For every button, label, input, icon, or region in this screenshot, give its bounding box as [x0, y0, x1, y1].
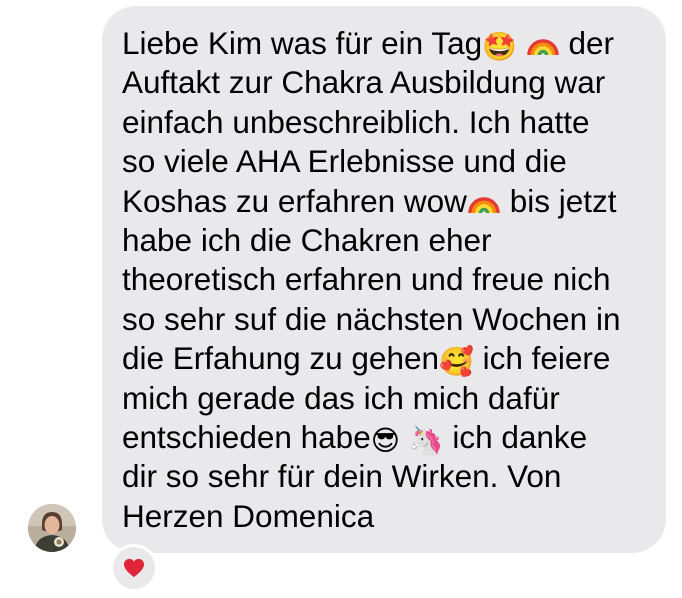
message-line: Herzen Domenica — [122, 497, 375, 534]
star-struck-emoji-icon: 🤩 — [482, 30, 517, 63]
message-line: mich gerade das ich mich dafür — [122, 379, 560, 416]
message-line: dir so sehr für dein Wirken. Von — [122, 458, 562, 495]
message-line: theoretisch erfahren und freue nich — [122, 261, 611, 298]
avatar-photo — [28, 504, 76, 552]
message-line: so sehr suf die nächsten Wochen in — [122, 300, 621, 337]
message-line: einfach unbeschreiblich. Ich hatte — [122, 103, 590, 140]
rainbow-icon — [527, 39, 559, 56]
message-line: Liebe Kim was für ein Tag🤩 der — [122, 25, 615, 63]
message-line: habe ich die Chakren eher — [122, 221, 492, 258]
heart-reaction[interactable] — [110, 544, 158, 592]
message-line: Koshas zu erfahren wow bis jetzt — [122, 182, 617, 219]
rainbow-icon — [468, 196, 500, 213]
message-line: entschieden habe😎 🦄 ich danke — [122, 418, 588, 457]
sender-avatar[interactable] — [28, 504, 76, 552]
message-line: so viele AHA Erlebnisse und die — [122, 143, 567, 180]
sunglasses-face-icon: 😎 — [370, 423, 400, 457]
message-bubble[interactable]: Liebe Kim was für ein Tag🤩 der Auftakt z… — [102, 6, 666, 553]
message-line: Auftakt zur Chakra Ausbildung war — [122, 64, 606, 101]
message-text: Liebe Kim was für ein Tag🤩 der Auftakt z… — [122, 24, 620, 536]
heart-icon — [124, 558, 144, 578]
smiling-face-with-hearts-icon: 🥰 — [439, 345, 474, 379]
message-line: die Erfahung zu gehen🥰 ich feiere — [122, 340, 611, 379]
unicorn-icon: 🦄 — [408, 423, 444, 457]
